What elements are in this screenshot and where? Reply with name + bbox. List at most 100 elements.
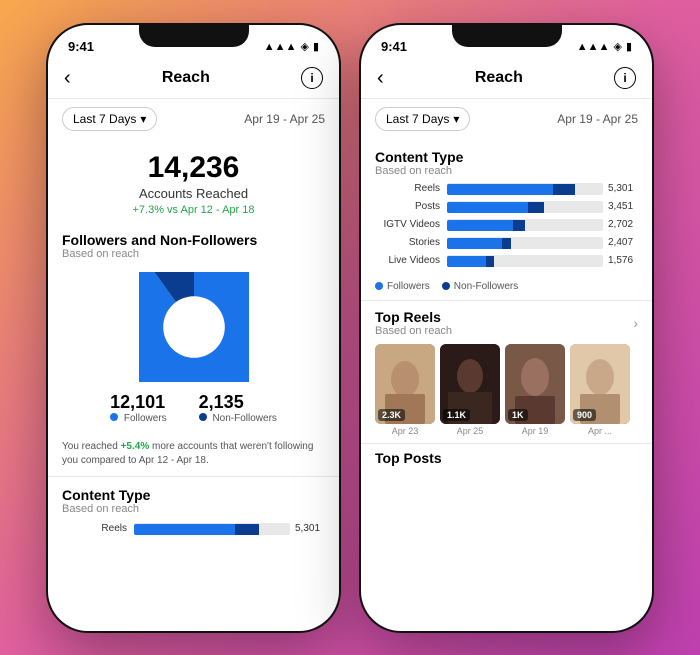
bar-fill-followers-live	[447, 256, 486, 267]
bar-track-igtv	[447, 219, 603, 231]
reach-stats: 14,236 Accounts Reached +7.3% vs Apr 12 …	[48, 139, 339, 222]
reels-bar-row: Reels 5,301	[48, 517, 339, 535]
chevron-down-icon-right: ▾	[453, 112, 459, 126]
filter-bar: Last 7 Days ▾ Apr 19 - Apr 25	[48, 99, 339, 139]
reel-thumb-1: 2.3K	[375, 344, 435, 424]
info-button-right[interactable]: i	[614, 67, 636, 89]
top-posts-title: Top Posts	[375, 450, 638, 466]
reel-thumb-2: 1.1K	[440, 344, 500, 424]
pie-chart-area: 12,101 Followers 2,135 Non-Followers	[48, 262, 339, 434]
page-title-right: Reach	[475, 69, 523, 87]
reel-count-2: 1.1K	[443, 409, 470, 421]
reel-thumb-4: 900	[570, 344, 630, 424]
back-button-right[interactable]: ‹	[377, 67, 384, 90]
followers-title: Followers and Non-Followers	[62, 232, 325, 248]
reach-change-pct: +5.4%	[121, 441, 150, 452]
legend-nonfollowers: Non-Followers	[442, 281, 518, 292]
wifi-icon: ◈	[300, 40, 308, 53]
followers-section-header: Followers and Non-Followers Based on rea…	[48, 222, 339, 262]
legend-label-nonfollowers: Non-Followers	[454, 281, 518, 292]
reels-value: 5,301	[295, 523, 325, 534]
status-icons-right: ▲▲▲ ◈ ▮	[577, 40, 632, 53]
bar-fill-followers-stories	[447, 238, 502, 249]
phone-content-right: Content Type Based on reach Reels 5,301 …	[361, 139, 652, 633]
info-button[interactable]: i	[301, 67, 323, 89]
reels-label: Reels	[62, 523, 134, 534]
top-reels-chevron[interactable]: ›	[633, 315, 638, 331]
reach-change: +7.3% vs Apr 12 - Apr 18	[64, 204, 323, 216]
bar-track-stories	[447, 237, 603, 249]
period-dropdown-right[interactable]: Last 7 Days ▾	[375, 107, 470, 131]
bar-fill-nonfollowers-reels	[553, 184, 575, 195]
reach-label: Accounts Reached	[64, 186, 323, 201]
content-type-header-right: Content Type Based on reach	[361, 139, 652, 179]
top-reels-header: Top Reels Based on reach ›	[361, 301, 652, 339]
back-button[interactable]: ‹	[64, 67, 71, 90]
reel-item-3[interactable]: 1K Apr 19	[505, 344, 565, 436]
wifi-icon-right: ◈	[613, 40, 621, 53]
right-phone: 9:41 ▲▲▲ ◈ ▮ ‹ Reach i Last 7 Days ▾ Apr…	[359, 23, 654, 633]
bar-fill-followers-reels	[447, 184, 553, 195]
notch-right	[452, 25, 562, 47]
status-time: 9:41	[68, 39, 94, 54]
chart-legend: Followers Non-Followers	[361, 277, 652, 300]
content-type-title-right: Content Type	[375, 149, 638, 165]
followers-stats: 12,101 Followers 2,135 Non-Followers	[48, 392, 339, 424]
bar-row-live: Live Videos 1,576	[375, 255, 638, 267]
period-label-right: Last 7 Days	[386, 112, 449, 126]
reel-date-2: Apr 25	[440, 426, 500, 436]
followers-count: 12,101	[110, 392, 167, 413]
filter-bar-right: Last 7 Days ▾ Apr 19 - Apr 25	[361, 99, 652, 139]
notch	[139, 25, 249, 47]
battery-icon-right: ▮	[626, 40, 632, 53]
legend-dot-followers	[375, 282, 383, 290]
bar-row-posts: Posts 3,451	[375, 201, 638, 213]
reel-item-1[interactable]: 2.3K Apr 23	[375, 344, 435, 436]
followers-stat: 12,101 Followers	[110, 392, 167, 424]
left-phone: 9:41 ▲▲▲ ◈ ▮ ‹ Reach i Last 7 Days ▾ Apr…	[46, 23, 341, 633]
nav-bar-right: ‹ Reach i	[361, 63, 652, 99]
pie-chart	[139, 272, 249, 382]
top-posts-section: Top Posts	[361, 443, 652, 466]
legend-label-followers: Followers	[387, 281, 430, 292]
nonfollowers-label: Non-Followers	[199, 413, 277, 424]
nonfollowers-count: 2,135	[199, 392, 277, 413]
followers-dot	[110, 413, 118, 421]
status-icons: ▲▲▲ ◈ ▮	[264, 40, 319, 53]
phone-content: 14,236 Accounts Reached +7.3% vs Apr 12 …	[48, 139, 339, 633]
bar-fill-followers-igtv	[447, 220, 513, 231]
content-type-header: Content Type Based on reach	[48, 477, 339, 517]
bar-label-igtv: IGTV Videos	[375, 219, 447, 230]
content-type-subtitle: Based on reach	[62, 503, 325, 515]
top-reels-subtitle: Based on reach	[375, 325, 452, 337]
reels-thumbnails: 2.3K Apr 23 1.1K Apr 25	[361, 339, 652, 441]
bar-fill-nonfollowers-posts	[528, 202, 544, 213]
date-range: Apr 19 - Apr 25	[244, 112, 325, 126]
bar-row-stories: Stories 2,407	[375, 237, 638, 249]
period-dropdown[interactable]: Last 7 Days ▾	[62, 107, 157, 131]
reel-thumb-3: 1K	[505, 344, 565, 424]
bar-row-reels: Reels 5,301	[375, 183, 638, 195]
content-type-title: Content Type	[62, 487, 325, 503]
nonfollowers-dot	[199, 413, 207, 421]
top-reels-title-area: Top Reels Based on reach	[375, 309, 452, 337]
reel-date-4: Apr ...	[570, 426, 630, 436]
reel-item-2[interactable]: 1.1K Apr 25	[440, 344, 500, 436]
content-type-subtitle-right: Based on reach	[375, 165, 638, 177]
reel-count-3: 1K	[508, 409, 528, 421]
period-label: Last 7 Days	[73, 112, 136, 126]
bar-label-posts: Posts	[375, 201, 447, 212]
nav-bar: ‹ Reach i	[48, 63, 339, 99]
reel-item-4[interactable]: 900 Apr ...	[570, 344, 630, 436]
followers-subtitle: Based on reach	[62, 248, 325, 260]
bar-value-live: 1,576	[608, 255, 638, 266]
page-title: Reach	[162, 69, 210, 87]
reach-note: You reached +5.4% more accounts that wer…	[48, 434, 339, 476]
date-range-right: Apr 19 - Apr 25	[557, 112, 638, 126]
top-reels-title: Top Reels	[375, 309, 452, 325]
reels-followers-fill	[134, 524, 235, 535]
bar-value-reels: 5,301	[608, 183, 638, 194]
reel-count-1: 2.3K	[378, 409, 405, 421]
signal-icon-right: ▲▲▲	[577, 41, 610, 53]
reel-count-4: 900	[573, 409, 596, 421]
